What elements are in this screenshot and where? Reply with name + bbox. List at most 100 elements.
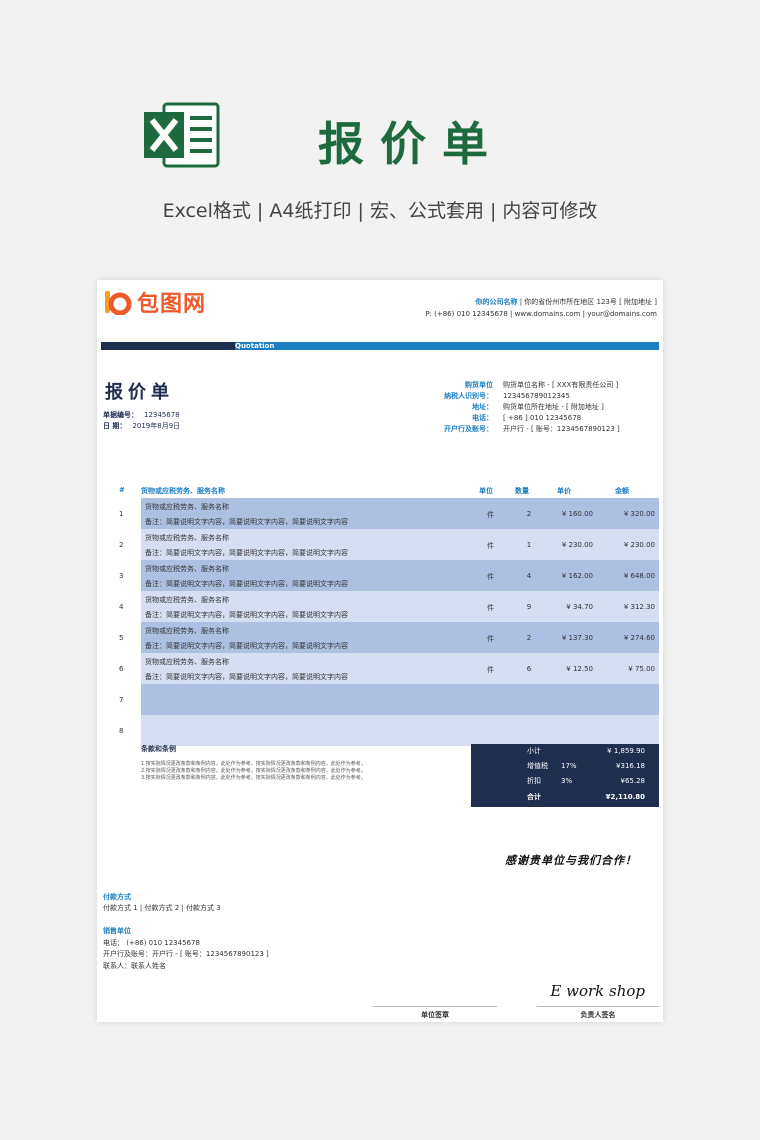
item-name: 货物或应税劳务、服务名称	[145, 503, 229, 511]
unit-seal-label: 单位签章	[421, 1011, 449, 1019]
terms-line: 2.按实际情况更改条款和条例内容，此处作为参考。按实际情况更改条款和条例内容，此…	[141, 768, 366, 774]
doc-meta: 单据编号： 12345678 日 期： 2019年8月9日	[103, 410, 180, 432]
row-num: 4	[119, 603, 124, 611]
table-row: 2 货物或应税劳务、服务名称备注：简要说明文字内容，简要说明文字内容，简要说明文字…	[101, 529, 659, 560]
row-cell	[141, 715, 659, 746]
company-info: 你的公司名称 | 你的省份州市所在地区 123号 [ 附加地址 ] P: (+8…	[425, 296, 657, 320]
row-num: 3	[119, 572, 124, 580]
item-price: ¥ 162.00	[561, 572, 593, 580]
item-qty: 1	[526, 541, 532, 549]
item-amount: ¥ 230.00	[623, 541, 655, 549]
item-note: 备注：简要说明文字内容，简要说明文字内容，简要说明文字内容	[145, 642, 348, 650]
row-cell: 货物或应税劳务、服务名称备注：简要说明文字内容，简要说明文字内容，简要说明文字内…	[141, 529, 659, 560]
row-cell: 货物或应税劳务、服务名称 备注：简要说明文字内容，简要说明文字内容，简要说明文字内…	[141, 591, 659, 622]
doc-title: 报价单	[105, 382, 174, 403]
table-row: 7	[101, 684, 659, 715]
item-amount: ¥ 320.00	[623, 510, 655, 518]
person-sign-label: 负责人签名	[580, 1011, 616, 1019]
row-num: 6	[119, 665, 124, 673]
terms-line: 3.按实际情况更改条款和条例内容，此处作为参考。按实际情况更改条款和条例内容，此…	[141, 775, 366, 781]
payment-methods: 付款方式 1 | 付款方式 2 | 付款方式 3	[103, 904, 221, 912]
buyer-row: 购货单位 购货单位名称 - [ XXX有限责任公司 ]	[465, 381, 619, 389]
item-note: 备注：简要说明文字内容，简要说明文字内容，简要说明文字内容	[145, 580, 348, 588]
item-note: 备注：简要说明文字内容，简要说明文字内容，简要说明文字内容	[145, 549, 348, 557]
item-unit: 件	[487, 511, 494, 519]
row-cell: 货物或应税劳务、服务名称备注：简要说明文字内容，简要说明文字内容，简要说明文字内…	[141, 653, 659, 684]
item-qty: 2	[526, 510, 532, 518]
buyer-row: 纳税人识别号： 123456789012345	[444, 392, 570, 400]
header-band-dark	[101, 342, 235, 350]
person-sign-line	[537, 1006, 659, 1007]
item-price: ¥ 12.50	[566, 665, 593, 673]
hero-subtitle: Excel格式 | A4纸打印 | 宏、公式套用 | 内容可修改	[162, 200, 598, 222]
row-cell	[141, 684, 659, 715]
item-unit: 件	[487, 666, 494, 674]
item-name: 货物或应税劳务、服务名称	[145, 565, 229, 573]
table-row: 4 货物或应税劳务、服务名称 备注：简要说明文字内容，简要说明文字内容，简要说明文字…	[101, 591, 659, 622]
quotation-sheet: 包图网 你的公司名称 | 你的省份州市所在地区 123号 [ 附加地址 ] P:…	[97, 280, 663, 1022]
logo-text: 包图网	[137, 292, 207, 317]
payment-title: 付款方式	[103, 893, 131, 901]
meta-number: 单据编号： 12345678	[103, 411, 180, 419]
item-note: 备注：简要说明文字内容，简要说明文字内容，简要说明文字内容	[145, 611, 348, 619]
seller-section: 销售单位 电话： (+86) 010 12345678 开户行及账号：开户行 -…	[103, 926, 269, 972]
table-row: 3 货物或应税劳务、服务名称备注：简要说明文字内容，简要说明文字内容，简要说明文字…	[101, 560, 659, 591]
seller-title: 销售单位	[103, 927, 131, 935]
hero-header: 报价单 Excel格式 | A4纸打印 | 宏、公式套用 | 内容可修改	[0, 0, 760, 260]
col-amount: 金额	[615, 487, 629, 495]
discount-row: 折扣 3% ¥65.28	[527, 777, 645, 785]
table-row: 6 货物或应税劳务、服务名称 备注：简要说明文字内容，简要说明文字内容，简要说明文字…	[101, 653, 659, 684]
seller-contact: 联系人：联系人姓名	[103, 961, 166, 970]
item-qty: 6	[526, 665, 532, 673]
seller-bank: 开户行及账号：开户行 - [ 账号：1234567890123 ]	[103, 950, 269, 958]
item-name: 货物或应税劳务、服务名称	[145, 627, 229, 635]
buyer-row: 开户行及账号： 开户行 - [ 账号：1234567890123 ]	[444, 425, 620, 433]
item-price: ¥ 34.70	[566, 603, 593, 611]
item-unit: 件	[487, 573, 494, 581]
item-qty: 9	[526, 603, 532, 611]
row-cell: 货物或应税劳务、服务名称备注：简要说明文字内容，简要说明文字内容，简要说明文字内…	[141, 560, 659, 591]
totals-box: 小计 ¥ 1,859.90 增值税 17% ¥316.18 折扣 3% ¥65.…	[471, 744, 659, 807]
item-unit: 件	[487, 542, 494, 550]
buyer-row: 电话：[ +86 ] 010 12345678	[472, 414, 582, 422]
item-name: 货物或应税劳务、服务名称	[145, 658, 229, 666]
terms-section: 条款和条例 1.按实际情况更改条款和条例内容，此处作为参考。按实际情况更改条款和…	[141, 746, 421, 782]
table-row: 5 货物或应税劳务、服务名称 备注：简要说明文字内容，简要说明文字内容，简要说明文字…	[101, 622, 659, 653]
logo-mark-icon	[105, 291, 132, 315]
table-header: # 货物或应税劳务、服务名称 单位 数量 单价 金额	[113, 484, 659, 496]
row-num: 8	[119, 727, 124, 735]
vat-row: 增值税 17% ¥316.18	[527, 762, 645, 770]
item-amount: ¥ 648.00	[623, 572, 655, 580]
company-address: | 你的省份州市所在地区 123号 [ 附加地址 ]	[519, 298, 657, 306]
terms-line: 1.按实际情况更改条款和条例内容，此处作为参考。按实际情况更改条款和条例内容，此…	[141, 761, 366, 767]
item-amount: ¥ 274.60	[623, 634, 655, 642]
seller-phone: 电话： (+86) 010 12345678	[103, 938, 200, 947]
subtotal-row: 小计 ¥ 1,859.90	[527, 747, 645, 755]
col-qty: 数量	[515, 487, 529, 495]
item-amount: ¥ 75.00	[628, 665, 655, 673]
company-contact: P: (+86) 010 12345678 | www.domains.com …	[425, 310, 657, 318]
col-name: 货物或应税劳务、服务名称	[141, 487, 225, 495]
row-cell: 货物或应税劳务、服务名称备注：简要说明文字内容，简要说明文字内容，简要说明文字内…	[141, 622, 659, 653]
hero-title: 报价单	[318, 117, 504, 171]
row-num: 1	[119, 510, 124, 518]
col-num: #	[119, 486, 125, 494]
item-note: 备注：简要说明文字内容，简要说明文字内容，简要说明文字内容	[145, 673, 348, 681]
row-num: 2	[119, 541, 124, 549]
item-qty: 2	[526, 634, 532, 642]
item-name: 货物或应税劳务、服务名称	[145, 534, 229, 542]
unit-seal-line	[373, 1006, 497, 1007]
meta-date: 日 期： 2019年8月9日	[103, 422, 181, 430]
header-band-quotation: Quotation	[235, 342, 659, 350]
item-note: 备注：简要说明文字内容，简要说明文字内容，简要说明文字内容	[145, 518, 348, 526]
col-unit: 单位	[479, 487, 493, 495]
item-unit: 件	[487, 635, 494, 643]
buyer-info: 购货单位 购货单位名称 - [ XXX有限责任公司 ] 纳税人识别号： 123456…	[387, 380, 657, 435]
thanks-note: 感谢贵单位与我们合作！	[505, 854, 637, 867]
item-price: ¥ 137.30	[561, 634, 593, 642]
signature-script: E work shop	[550, 982, 645, 1000]
terms-title: 条款和条例	[141, 745, 176, 753]
excel-icon	[144, 102, 220, 168]
payment-section: 付款方式 付款方式 1 | 付款方式 2 | 付款方式 3	[103, 892, 221, 914]
buyer-row: 地址： 购货单位所在地址 - [ 附加地址 ]	[472, 403, 604, 411]
